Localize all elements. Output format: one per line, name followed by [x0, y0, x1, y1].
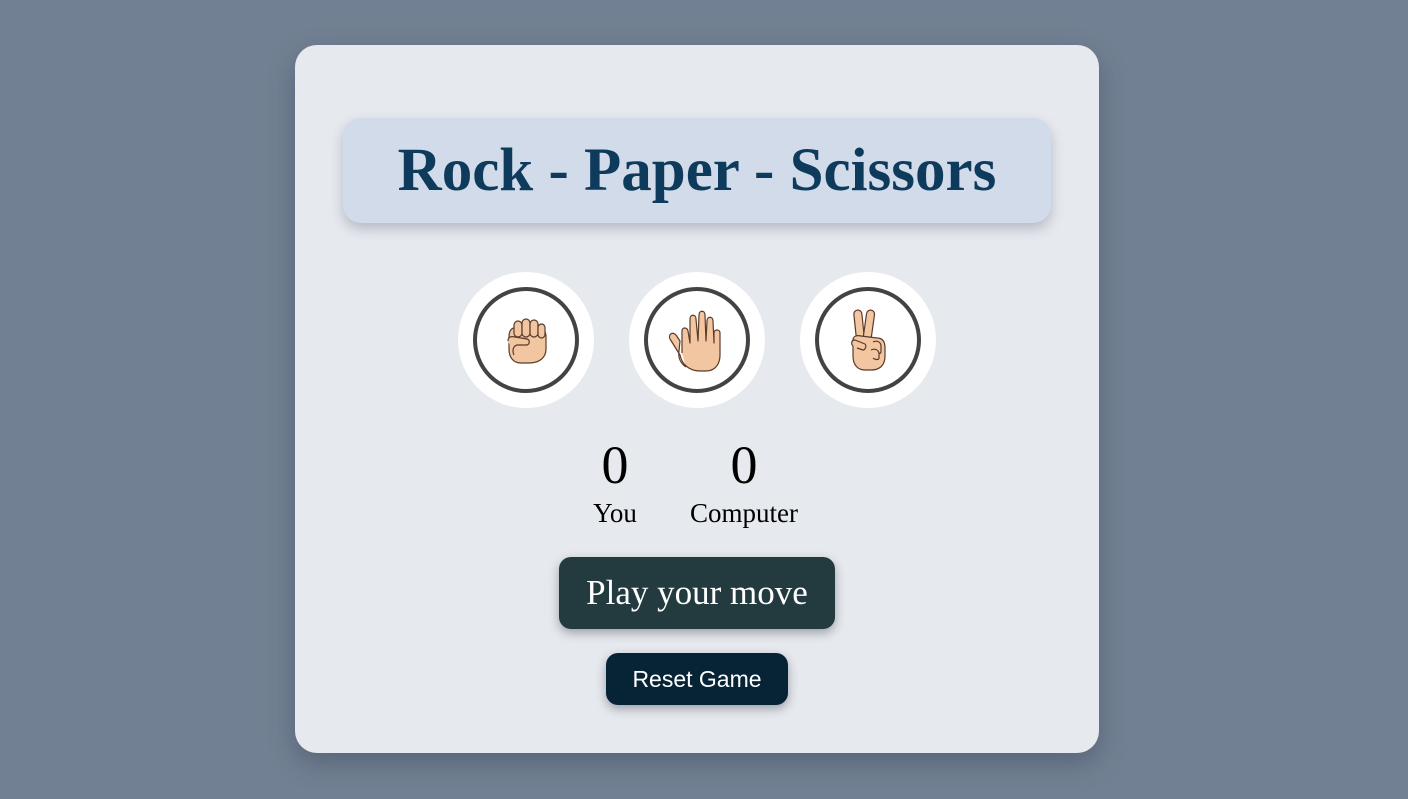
paper-choice-ring	[644, 287, 750, 393]
user-score-label: You	[593, 498, 637, 528]
user-score-value: 0	[601, 435, 629, 495]
computer-score: 0 Computer	[683, 437, 805, 529]
game-container: Rock - Paper - Scissors 0 You 0 Computer…	[295, 45, 1099, 753]
scoreboard: 0 You 0 Computer	[295, 437, 1099, 537]
rock-choice-ring	[473, 287, 579, 393]
choices-row	[295, 272, 1099, 408]
reset-game-button[interactable]: Reset Game	[606, 653, 788, 705]
paper-choice-button[interactable]	[629, 272, 765, 408]
title-banner: Rock - Paper - Scissors	[343, 118, 1051, 223]
game-message-text: Play your move	[586, 573, 808, 612]
rock-choice-button[interactable]	[458, 272, 594, 408]
reset-game-label: Reset Game	[632, 665, 762, 692]
open-hand-icon	[668, 310, 721, 372]
page-title: Rock - Paper - Scissors	[397, 136, 997, 204]
computer-score-value: 0	[730, 435, 758, 495]
victory-hand-icon	[851, 309, 886, 371]
scissors-choice-ring	[815, 287, 921, 393]
computer-score-label: Computer	[690, 498, 798, 528]
scissors-choice-button[interactable]	[800, 272, 936, 408]
user-score: 0 You	[571, 437, 659, 529]
game-message: Play your move	[559, 557, 835, 629]
fist-hand-icon	[507, 318, 547, 364]
